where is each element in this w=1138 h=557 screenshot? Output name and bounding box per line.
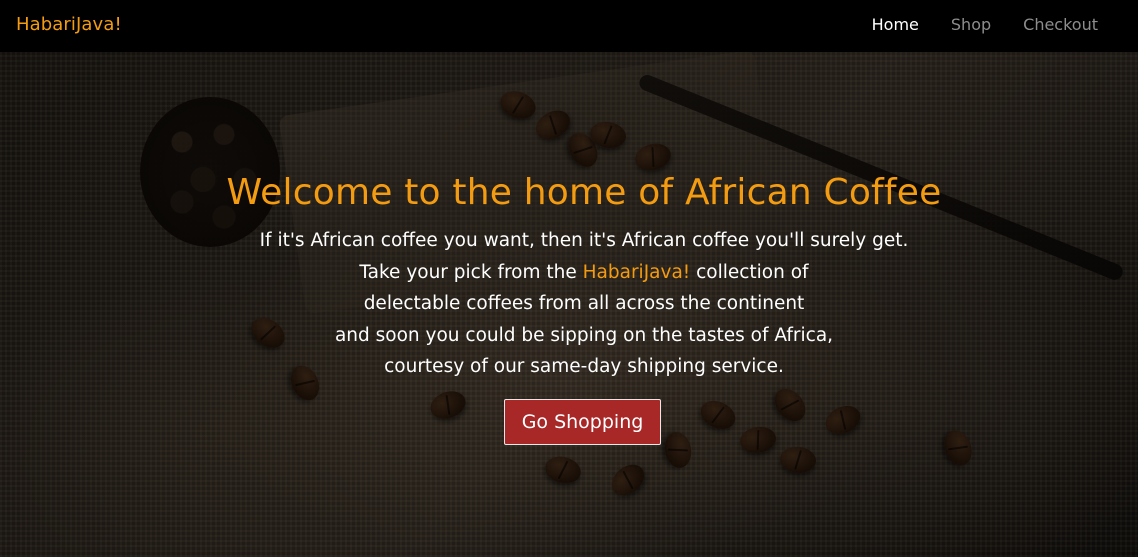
nav-link-home[interactable]: Home [872,13,919,37]
nav-links: Home Shop Checkout [872,13,1098,37]
hero-line-2-after: collection of [690,261,809,283]
nav-link-shop[interactable]: Shop [951,13,991,37]
page: HabariJava! Home Shop Checkout Welcome t… [0,0,1138,557]
hero-section: Welcome to the home of African Coffee If… [0,52,1138,557]
hero-line-2-before: Take your pick from the [359,261,583,283]
go-shopping-button[interactable]: Go Shopping [504,399,661,445]
hero-line-3: delectable coffees from all across the c… [363,293,805,314]
navbar: HabariJava! Home Shop Checkout [0,0,1138,52]
hero-content: Welcome to the home of African Coffee If… [0,165,1138,383]
hero-title: Welcome to the home of African Coffee [226,172,942,213]
brand-link[interactable]: HabariJava! [16,13,122,37]
hero-brand-highlight: HabariJava! [582,261,691,283]
hero-line-4: and soon you could be sipping on the tas… [334,324,834,346]
nav-link-checkout[interactable]: Checkout [1023,13,1098,37]
hero-line-1: If it's African coffee you want, then it… [259,230,909,251]
hero-description: If it's African coffee you want, then it… [0,225,1138,383]
hero-line-2: Take your pick from the HabariJava! coll… [0,257,1138,289]
hero-line-5: courtesy of our same-day shipping servic… [384,356,784,377]
